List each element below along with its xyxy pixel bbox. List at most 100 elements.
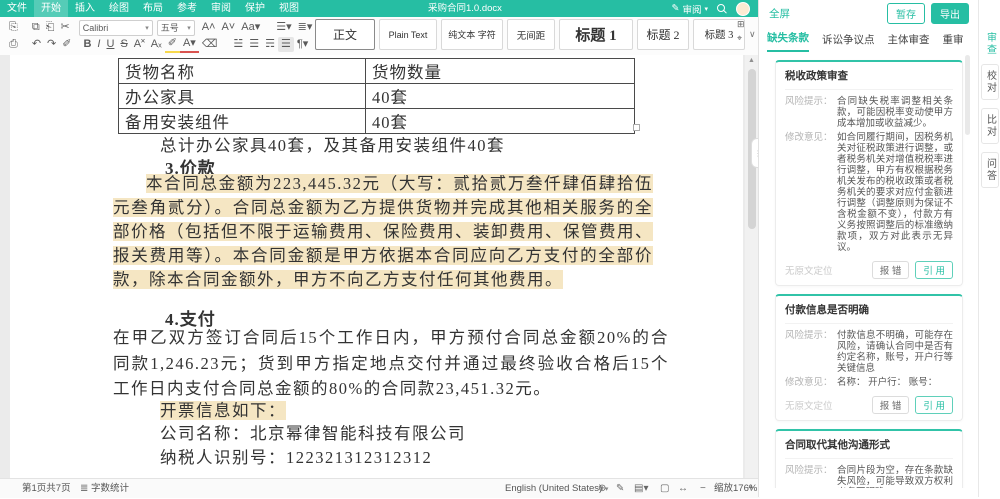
menu-layout[interactable]: 布局 — [136, 0, 170, 17]
table-header-cell[interactable]: 货物名称 — [119, 59, 366, 84]
menu-protect[interactable]: 保护 — [238, 0, 272, 17]
justify-button[interactable]: ☰ — [278, 37, 294, 52]
superscript-button[interactable]: A˟ — [131, 37, 148, 52]
section3-paragraph[interactable]: 本合同总金额为223,445.32元（大写：贰拾贰万叁仟肆佰肆拾伍元叁角贰分）。… — [113, 172, 653, 292]
align-left-button[interactable]: ☱ — [230, 37, 246, 52]
review-card-list: 税收政策审查 风险提示：合同缺失税率调整相关条款，可能因税率变动使甲方成本增加或… — [759, 52, 971, 488]
scroll-up-icon[interactable]: ▲ — [745, 57, 758, 64]
highlight-color-button[interactable]: ✐ — [165, 36, 180, 53]
strikethrough-button[interactable]: S — [117, 37, 130, 52]
align-right-button[interactable]: ☴ — [262, 37, 278, 52]
menu-review[interactable]: 审阅 — [204, 0, 238, 17]
section4-paragraph[interactable]: 在甲乙双方签订合同后15个工作日内，甲方预付合同总金额20%的合同款1,246.… — [113, 325, 669, 402]
style-plain-text[interactable]: Plain Text — [379, 19, 437, 50]
document-page[interactable]: 货物名称 货物数量 办公家具 40套 备用安装组件 40套 总计办公家具40套，… — [10, 55, 743, 478]
style-no-spacing[interactable]: 无间距 — [507, 19, 555, 50]
language-selector[interactable]: English (United States) ▾ — [505, 479, 608, 499]
style-normal[interactable]: 正文 — [315, 19, 375, 50]
rail-tab-qa[interactable]: 问答 — [981, 152, 999, 188]
bold-button[interactable]: B — [80, 37, 94, 52]
paragraph-mark-button[interactable]: ¶▾ — [294, 37, 311, 52]
globe-icon[interactable]: ⊕ — [598, 479, 606, 498]
subscript-button[interactable]: Aₓ — [148, 37, 165, 52]
chevron-down-icon: ▾ — [704, 5, 708, 13]
bullet-list-button[interactable]: ☰▾ — [273, 20, 294, 35]
review-sidebar: 全屏 暂存 导出 缺失条款 诉讼争议点 主体审查 重审 税收政策审查 风险提示：… — [758, 0, 979, 497]
search-icon[interactable] — [717, 4, 727, 14]
document-scrollbar[interactable]: ▲ — [745, 55, 758, 478]
tab-entity-review[interactable]: 主体审查 — [888, 32, 930, 52]
spellcheck-icon[interactable]: ✎ — [616, 479, 624, 498]
format-painter-button[interactable]: ✐ — [59, 37, 74, 52]
style-pure-text[interactable]: 纯文本 字符 — [441, 19, 503, 50]
page-indicator[interactable]: 第1页共7页 — [22, 479, 71, 498]
numbered-list-button[interactable]: ≣▾ — [295, 20, 316, 35]
cite-button[interactable]: 引 用 — [915, 261, 953, 279]
tab-missing-clauses[interactable]: 缺失条款 — [767, 30, 809, 52]
card-title: 合同取代其他沟通形式 — [785, 437, 953, 459]
risk-text: 付款信息不明确，可能存在风险，请确认合同中是否有约定名称，账号，开户行等关键信息 — [837, 330, 953, 374]
review-mode-selector[interactable]: ✎ 审阅 ▾ — [672, 2, 709, 16]
select-cursor-icon[interactable]: ⌖ — [737, 33, 745, 44]
report-error-button[interactable]: 报 错 — [872, 396, 910, 414]
rail-tab-review[interactable]: 审查 — [983, 32, 998, 56]
rail-tab-proofread[interactable]: 校对 — [981, 64, 999, 100]
tab-litigation-points[interactable]: 诉讼争议点 — [822, 32, 875, 52]
style-gallery-more-button[interactable]: ∨ — [749, 19, 756, 50]
save-button[interactable]: ⎘ — [6, 20, 21, 35]
table-cell[interactable]: 办公家具 — [119, 84, 366, 109]
underline-button[interactable]: U — [103, 37, 117, 52]
fullscreen-link[interactable]: 全屏 — [769, 6, 790, 21]
menu-home[interactable]: 开始 — [34, 0, 68, 17]
font-color-button[interactable]: A▾ — [180, 36, 199, 53]
copy-button[interactable]: ⧉ — [29, 20, 43, 35]
redo-button[interactable]: ↷ — [44, 37, 59, 52]
company-line[interactable]: 公司名称：北京幂律智能科技有限公司 — [160, 420, 466, 444]
invoice-intro-line[interactable]: 开票信息如下： — [160, 397, 286, 421]
zoom-out-button[interactable]: − — [700, 479, 706, 498]
zoom-in-button[interactable]: + — [748, 479, 754, 498]
undo-button[interactable]: ↶ — [29, 37, 44, 52]
menu-insert[interactable]: 插入 — [68, 0, 102, 17]
menu-view[interactable]: 视图 — [272, 0, 306, 17]
style-heading1[interactable]: 标题 1 — [559, 19, 633, 50]
font-size-select[interactable]: 五号▾ — [157, 20, 195, 36]
shrink-font-button[interactable]: A˅ — [218, 20, 238, 35]
view-mode-icon[interactable]: ▤▾ — [634, 479, 648, 498]
avatar[interactable] — [736, 2, 750, 16]
cut-button[interactable]: ✂ — [57, 20, 72, 35]
word-count-button[interactable]: ≣ 字数统计 — [80, 479, 129, 498]
sidebar-scrollbar[interactable] — [965, 55, 970, 135]
print-button[interactable]: ⎙ — [6, 37, 21, 52]
stash-button[interactable]: 暂存 — [887, 3, 925, 24]
paste-button[interactable]: ⎗ — [43, 20, 58, 35]
align-center-button[interactable]: ☰ — [246, 37, 262, 52]
fit-width-icon[interactable]: ↔ — [678, 479, 688, 498]
style-heading2[interactable]: 标题 2 — [637, 19, 689, 50]
menu-draw[interactable]: 绘图 — [102, 0, 136, 17]
export-button[interactable]: 导出 — [931, 3, 969, 24]
app-window: 文件 开始 插入 绘图 布局 参考 审阅 保护 视图 采购合同1.0.docx … — [0, 0, 1000, 497]
summary-line[interactable]: 总计办公家具40套，及其备用安装组件40套 — [160, 132, 505, 156]
clear-format-button[interactable]: ⌫ — [199, 37, 221, 52]
cite-button[interactable]: 引 用 — [915, 396, 953, 414]
goods-table[interactable]: 货物名称 货物数量 办公家具 40套 备用安装组件 40套 — [118, 58, 635, 134]
font-name-select[interactable]: Calibri▾ — [79, 20, 153, 36]
fullscreen-view-icon[interactable]: ▢ — [660, 479, 669, 498]
tax-id-line[interactable]: 纳税人识别号：122321312312312 — [160, 444, 432, 468]
table-cell[interactable]: 备用安装组件 — [119, 109, 366, 134]
risk-text: 合同缺失税率调整相关条款，可能因税率变动使甲方成本增加或收益减少。 — [837, 96, 953, 129]
select-pane-icon[interactable]: ⊞ — [737, 19, 745, 30]
table-header-cell[interactable]: 货物数量 — [366, 59, 635, 84]
grow-font-button[interactable]: A˄ — [199, 20, 219, 35]
table-resize-handle[interactable] — [633, 124, 640, 131]
italic-button[interactable]: I — [94, 37, 103, 52]
table-cell[interactable]: 40套 — [366, 109, 635, 134]
change-case-button[interactable]: Aa▾ — [238, 20, 263, 35]
table-cell[interactable]: 40套 — [366, 84, 635, 109]
menu-references[interactable]: 参考 — [170, 0, 204, 17]
tab-re-review[interactable]: 重审 — [943, 32, 964, 52]
rail-tab-compare[interactable]: 比对 — [981, 108, 999, 144]
menu-file[interactable]: 文件 — [0, 0, 34, 17]
report-error-button[interactable]: 报 错 — [872, 261, 910, 279]
